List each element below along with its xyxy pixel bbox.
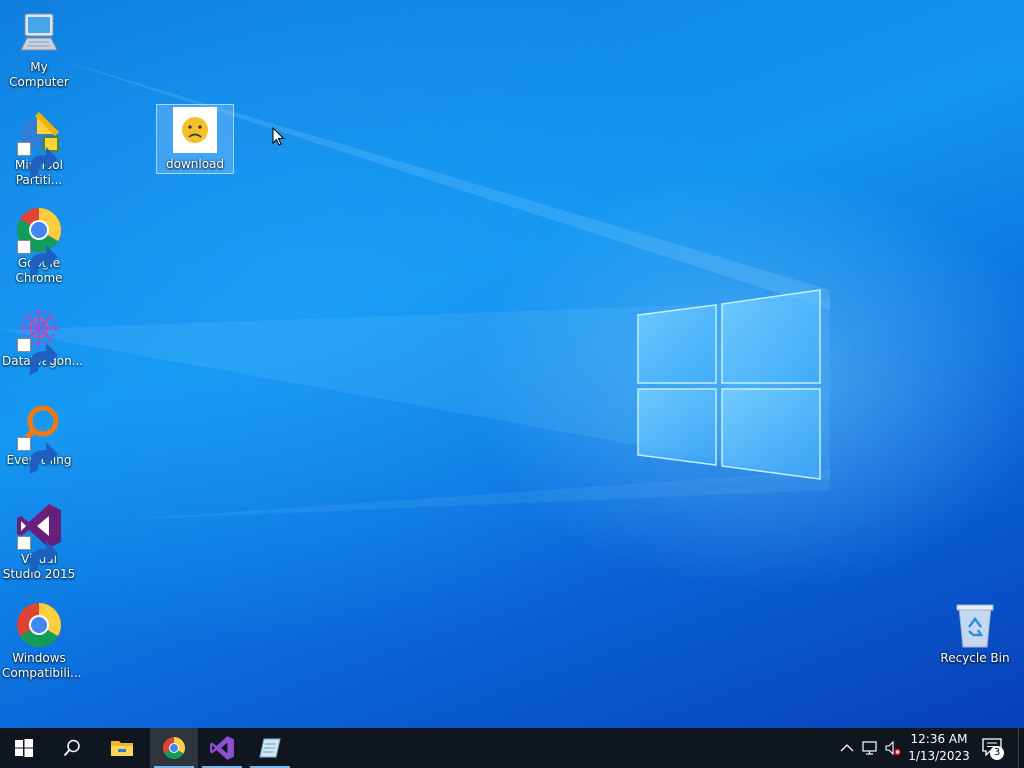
taskbar-app[interactable]	[246, 728, 294, 768]
desktop-icon-visual-studio[interactable]: Visual Studio 2015	[0, 502, 78, 582]
desktop-icon-download[interactable]: download	[156, 104, 234, 174]
desktop-icon-label: Windows Compatibili...	[2, 651, 82, 680]
clock[interactable]: 12:36 AM 1/13/2023	[906, 731, 972, 765]
visual-studio-icon	[210, 736, 234, 760]
desktop-icon-my-computer[interactable]: My Computer	[0, 10, 78, 90]
datawagon-icon	[15, 304, 63, 375]
taskbar-visual-studio[interactable]	[198, 728, 246, 768]
volume-muted-icon[interactable]	[885, 740, 901, 756]
clock-time: 12:36 AM	[910, 732, 968, 746]
show-desktop-button[interactable]	[1018, 728, 1024, 768]
taskbar: 12:36 AM 1/13/2023 3	[0, 728, 1024, 768]
desktop-icon-google-chrome[interactable]: Google Chrome	[0, 206, 78, 286]
visual-studio-icon	[15, 502, 63, 573]
notification-count-badge: 3	[990, 746, 1004, 760]
desktop-icon-label: download	[165, 157, 225, 171]
search-button[interactable]	[48, 728, 96, 768]
notepad-icon	[259, 738, 281, 758]
desktop-icon-recycle-bin[interactable]: Recycle Bin	[936, 601, 1014, 666]
minitool-icon	[15, 108, 63, 179]
desktop-icon-label: Recycle Bin	[940, 651, 1010, 665]
wallpaper-light-beams	[0, 60, 830, 520]
desktop-icon-everything[interactable]: Everything	[0, 403, 78, 474]
clock-date: 1/13/2023	[908, 749, 970, 763]
recycle-bin-icon	[951, 601, 999, 649]
desktop-icon-minitool[interactable]: MiniTool Partiti...	[0, 108, 78, 188]
network-icon[interactable]	[862, 740, 878, 756]
shortcut-arrow-icon	[17, 338, 58, 375]
start-button[interactable]	[0, 728, 48, 768]
sad-face-image-icon	[171, 107, 219, 155]
desktop-icon-windows-compatibility[interactable]: Windows Compatibili...	[0, 601, 82, 681]
chevron-up-icon[interactable]	[839, 740, 855, 756]
taskbar-chrome[interactable]	[150, 728, 198, 768]
desktop-icon-label: My Computer	[9, 60, 69, 89]
chrome-icon	[163, 737, 185, 759]
chrome-icon	[15, 206, 63, 277]
desktop[interactable]: My Computer MiniTool Partiti...	[0, 0, 1024, 728]
shortcut-arrow-icon	[17, 437, 58, 474]
shortcut-arrow-icon	[17, 240, 58, 277]
search-icon	[63, 739, 80, 757]
windows-logo-wallpaper	[637, 289, 821, 480]
shortcut-arrow-icon	[17, 536, 58, 573]
taskbar-file-explorer[interactable]	[98, 728, 146, 768]
chrome-icon	[15, 601, 63, 649]
folder-icon	[111, 741, 133, 756]
everything-search-icon	[15, 403, 63, 474]
action-center-button[interactable]: 3	[980, 736, 1006, 760]
windows-start-icon	[15, 739, 33, 757]
computer-icon	[15, 10, 63, 58]
desktop-icon-datawagon[interactable]: DataWagon...	[0, 304, 83, 375]
shortcut-arrow-icon	[17, 142, 58, 179]
mouse-cursor-icon	[272, 127, 285, 146]
